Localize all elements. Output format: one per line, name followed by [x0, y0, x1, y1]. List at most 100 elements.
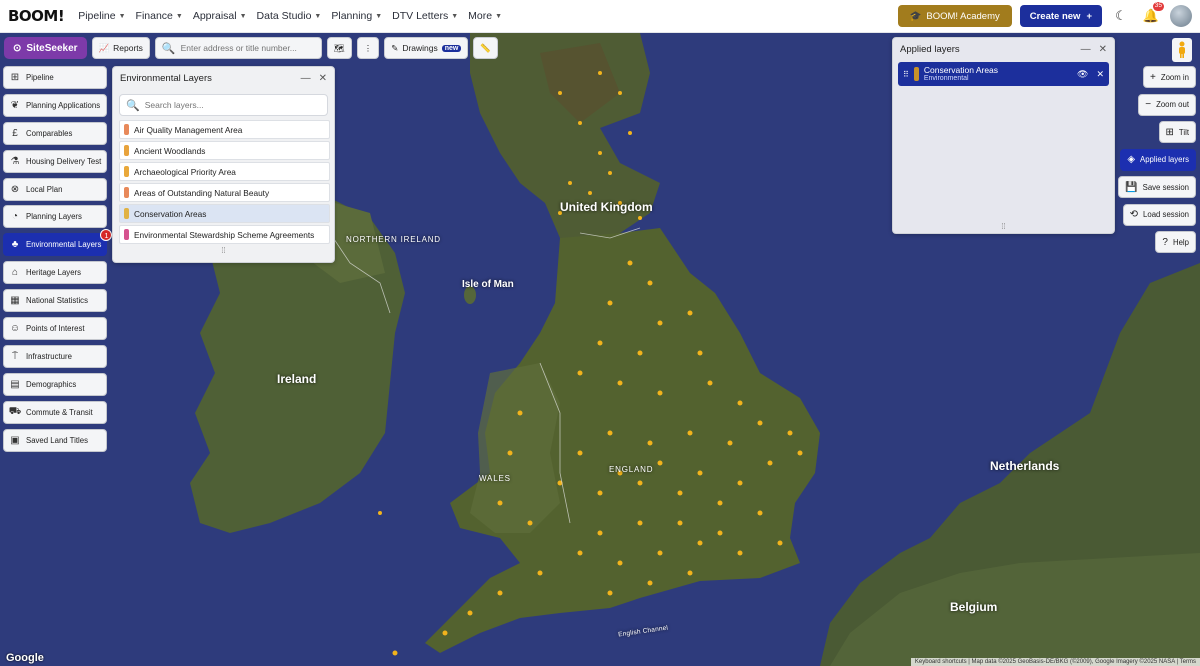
zoom-in-button[interactable]: + Zoom in	[1142, 66, 1196, 88]
pound-icon: £	[12, 127, 18, 139]
siteseeker-icon: ⊙	[13, 42, 22, 54]
remove-icon[interactable]: ✕	[1096, 69, 1104, 80]
layer-color-swatch	[124, 166, 129, 177]
layer-item-selected[interactable]: Conservation Areas	[119, 204, 330, 223]
more-options-button[interactable]: ⋮	[356, 37, 380, 59]
nav-planning[interactable]: Planning ▼	[331, 10, 382, 22]
map-label-belgium: Belgium	[950, 600, 998, 614]
map-label-ireland: Ireland	[277, 372, 317, 386]
address-search-input[interactable]	[180, 43, 315, 53]
layer-color-swatch	[913, 67, 919, 81]
tilt-button[interactable]: ⊞ Tilt	[1158, 121, 1196, 143]
zoom-out-button[interactable]: − Zoom out	[1138, 93, 1196, 116]
create-new-button[interactable]: Create new +	[1019, 5, 1102, 27]
plus-icon: +	[1149, 71, 1156, 83]
street-view-pegman-icon[interactable]	[1172, 38, 1192, 62]
nav-more[interactable]: More ▼	[468, 10, 502, 22]
sidebar-item-national-statistics[interactable]: ▦ National Statistics	[3, 289, 108, 313]
measure-button[interactable]: 📏	[473, 37, 498, 59]
avatar[interactable]	[1170, 5, 1192, 27]
nav-label: Finance	[135, 10, 173, 22]
boom-academy-button[interactable]: 🎓 BOOM! Academy	[897, 5, 1012, 27]
nav-appraisal[interactable]: Appraisal ▼	[193, 10, 247, 22]
sidebar-item-environmental-layers[interactable]: ♣ Environmental Layers 1	[3, 229, 113, 257]
load-session-button[interactable]: ⟲ Load session	[1122, 203, 1196, 226]
applied-layers-label: Applied layers	[1140, 155, 1189, 164]
layer-color-swatch	[124, 208, 129, 219]
sidebar-item-points-of-interest[interactable]: ☺ Points of Interest	[3, 317, 108, 341]
sidebar-item-planning-layers[interactable]: ◔ Planning Layers	[3, 205, 108, 229]
applied-layer-name: Conservation Areas	[923, 64, 999, 75]
reports-label: Reports	[113, 43, 143, 53]
search-icon: 🔍	[161, 42, 176, 55]
new-badge: new	[441, 44, 462, 52]
minimize-icon[interactable]: —	[301, 73, 311, 84]
applied-layer-category: Environmental	[923, 74, 969, 82]
plus-icon: +	[1086, 10, 1092, 22]
siteseeker-label: SiteSeeker	[26, 42, 78, 54]
resize-grip-icon[interactable]: ⁞⁞	[893, 222, 1114, 231]
sidebar-item-local-plan[interactable]: ⊗ Local Plan	[3, 177, 108, 201]
tree-icon: ♣	[11, 239, 19, 251]
boom-logo[interactable]: BOOM!	[8, 7, 65, 25]
layer-item[interactable]: Archaeological Priority Area	[119, 162, 330, 181]
layer-search-input[interactable]	[144, 100, 315, 110]
sidebar-item-heritage-layers[interactable]: ⌂ Heritage Layers	[3, 261, 108, 285]
pen-icon: ✎	[391, 42, 399, 53]
save-session-button[interactable]: 💾 Save session	[1118, 176, 1196, 198]
sidebar-item-pipeline[interactable]: ⊞ Pipeline	[3, 66, 108, 89]
nav-dtv-letters[interactable]: DTV Letters ▼	[392, 10, 458, 22]
save-icon: 💾	[1125, 181, 1138, 193]
sidebar-item-infrastructure[interactable]: ⍑ Infrastructure	[3, 344, 108, 368]
map-toolbar: ⊙SiteSeeker 📈Reports 🔍 🗺 ⋮ ✎Drawingsnew …	[4, 37, 498, 59]
layer-item[interactable]: Ancient Woodlands	[119, 141, 330, 160]
layer-item[interactable]: Areas of Outstanding Natural Beauty	[119, 183, 330, 202]
left-sidebar: ⊞ Pipeline ❦ Planning Applications £ Compar…	[3, 66, 113, 452]
nav-finance[interactable]: Finance ▼	[136, 10, 183, 22]
sidebar-item-label: Infrastructure	[26, 351, 72, 361]
eye-icon[interactable]: 👁	[1077, 69, 1088, 80]
help-button[interactable]: ? Help	[1155, 231, 1196, 253]
siteseeker-button[interactable]: ⊙ SiteSeeker	[4, 37, 87, 59]
minimize-icon[interactable]: —	[1081, 44, 1091, 55]
applied-layer-item[interactable]: ⠿ Conservation Areas Environmental 👁 ✕	[898, 62, 1109, 86]
dark-mode-toggle[interactable]: ☾	[1110, 5, 1132, 27]
layer-color-swatch	[124, 229, 129, 240]
tilt-label: Tilt	[1178, 127, 1189, 137]
layer-item[interactable]: Environmental Stewardship Scheme Agreeme…	[119, 225, 330, 244]
sidebar-item-saved-land-titles[interactable]: ▣ Saved Land Titles	[3, 428, 108, 452]
person-icon: ☺	[9, 323, 21, 335]
pylon-icon: ⍑	[12, 350, 18, 362]
chevron-down-icon: ▼	[239, 12, 247, 20]
save-session-label: Save session	[1142, 182, 1189, 192]
map-attribution[interactable]: Keyboard shortcuts | Map data ©2025 GeoB…	[910, 658, 1200, 666]
layer-label: Archaeological Priority Area	[134, 166, 236, 177]
layer-item[interactable]: Air Quality Management Area	[119, 120, 330, 139]
reports-button[interactable]: 📈 Reports	[91, 37, 150, 59]
sidebar-item-planning-applications[interactable]: ❦ Planning Applications	[3, 93, 108, 117]
address-search[interactable]: 🔍	[154, 37, 322, 59]
notifications-button[interactable]: 🔔 35	[1140, 2, 1164, 27]
sidebar-item-commute-transit[interactable]: ⛟ Commute & Transit	[3, 400, 108, 424]
resize-grip-icon[interactable]: ⁞⁞	[113, 246, 334, 255]
drag-handle-icon[interactable]: ⠿	[903, 70, 909, 79]
sidebar-item-demographics[interactable]: ▤ Demographics	[3, 372, 108, 396]
sidebar-item-comparables[interactable]: £ Comparables	[3, 121, 108, 145]
close-icon[interactable]: ✕	[319, 73, 327, 84]
sidebar-item-label: Commute & Transit	[26, 407, 93, 417]
close-icon[interactable]: ✕	[1099, 44, 1107, 55]
vertical-dots-icon: ⋮	[363, 42, 373, 53]
nav-pipeline[interactable]: Pipeline ▼	[78, 10, 125, 22]
drawings-button[interactable]: ✎ Drawings new	[384, 37, 469, 59]
sidebar-item-housing-delivery-test[interactable]: ⚗ Housing Delivery Test	[3, 149, 108, 173]
map-type-button[interactable]: 🗺	[326, 37, 352, 59]
layer-search[interactable]: 🔍	[119, 94, 328, 116]
help-icon: ?	[1162, 236, 1168, 248]
chevron-down-icon: ▼	[451, 12, 459, 20]
right-map-controls: + Zoom in − Zoom out ⊞ Tilt ◈ Applied layers…	[1118, 66, 1196, 253]
layer-list: Air Quality Management Area Ancient Wood…	[113, 120, 334, 244]
applied-layers-button[interactable]: ◈ Applied layers	[1120, 148, 1196, 171]
car-icon: ⛟	[8, 405, 22, 417]
sidebar-item-label: Housing Delivery Test	[26, 156, 102, 166]
nav-data-studio[interactable]: Data Studio ▼	[257, 10, 322, 22]
